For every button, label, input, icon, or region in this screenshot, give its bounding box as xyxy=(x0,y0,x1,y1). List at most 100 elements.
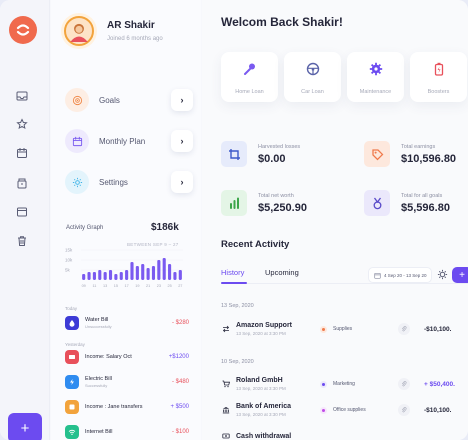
quick-action-car-loan[interactable]: Car Loan xyxy=(284,52,341,102)
activity-bar[interactable] xyxy=(130,262,134,280)
activity-bar[interactable] xyxy=(135,266,139,280)
activity-bar[interactable] xyxy=(82,274,86,280)
stat-value: $5,596.80 xyxy=(401,201,450,214)
activity-bar[interactable] xyxy=(178,270,182,280)
menu-item-goals[interactable]: Goals › xyxy=(65,88,193,112)
gear-icon xyxy=(369,62,382,76)
activity-time: 13 Sep, 2020 at 3:30 PM xyxy=(236,331,286,336)
tx-name: Income : Jane transfers xyxy=(85,404,143,410)
x-tick-label: 09 xyxy=(82,284,86,288)
activity-bar[interactable] xyxy=(87,272,91,280)
activity-row[interactable]: Amazon Support 13 Sep, 2020 at 3:30 PM Su… xyxy=(221,318,468,340)
attachment-icon[interactable] xyxy=(398,323,410,335)
chevron-right-icon[interactable]: › xyxy=(171,130,193,152)
settings-gear-icon[interactable] xyxy=(437,269,448,280)
category-label: Supplies xyxy=(333,326,353,332)
attachment-icon[interactable] xyxy=(398,378,410,390)
x-tick-label: 23 xyxy=(157,284,161,288)
tab-upcoming[interactable]: Upcoming xyxy=(265,268,299,277)
inbox-icon[interactable] xyxy=(15,89,29,103)
activity-bar[interactable] xyxy=(103,272,107,280)
quick-action-maintenance[interactable]: Maintenance xyxy=(347,52,404,102)
stat-total-earnings: Total earnings $10,596.80 xyxy=(364,139,456,169)
activity-bar[interactable] xyxy=(98,270,102,280)
activity-amount: -$10,100. xyxy=(424,325,452,333)
add-fab-button[interactable]: + xyxy=(8,413,42,440)
tab-history[interactable]: History xyxy=(221,268,244,277)
side-transaction[interactable]: Electric Bill Successfully - $480 xyxy=(65,373,189,391)
x-tick-label: 13 xyxy=(103,284,107,288)
activity-bar[interactable] xyxy=(146,268,150,280)
side-transaction[interactable]: Water Bill Unsuccessfully - $280 xyxy=(65,314,189,332)
menu-label: Goals xyxy=(99,95,120,105)
x-tick-label: 11 xyxy=(92,284,96,288)
window-icon[interactable] xyxy=(15,205,29,219)
recent-activity-title: Recent Activity xyxy=(221,239,290,250)
activity-bar[interactable] xyxy=(168,264,172,280)
tx-name: Internet Bill xyxy=(85,429,113,435)
activity-bar[interactable] xyxy=(173,272,177,280)
activity-row[interactable]: Cash withdrawal xyxy=(221,425,468,440)
quick-action-label: Home Loan xyxy=(235,89,264,95)
stat-value: $0.00 xyxy=(258,152,286,165)
tx-status: Successfully xyxy=(85,383,108,388)
activity-bar[interactable] xyxy=(151,266,156,280)
chevron-right-icon[interactable]: › xyxy=(171,171,193,193)
tab-divider xyxy=(221,283,468,284)
bank-icon xyxy=(221,405,231,415)
user-avatar-icon xyxy=(70,23,88,42)
tag-icon xyxy=(364,141,390,167)
add-activity-button[interactable]: + xyxy=(452,267,468,283)
side-transaction[interactable]: Income: Salary Oct +$1200 xyxy=(65,348,189,366)
x-tick-label: 27 xyxy=(178,284,182,288)
stat-total-for-goals: Total for all goals $5,596.80 xyxy=(364,188,450,218)
quick-action-boosters[interactable]: Boosters xyxy=(410,52,467,102)
stat-total-net-worth: Total net worth $5,250.90 xyxy=(221,188,307,218)
activity-bar[interactable] xyxy=(114,274,118,280)
day-label: 13 Sep, 2020 xyxy=(221,303,254,309)
calendar-icon xyxy=(65,129,89,153)
activity-row[interactable]: Roland GmbH 13 Sep, 2020 at 3:30 PM Marke… xyxy=(221,373,468,395)
user-name: AR Shakir xyxy=(107,20,155,31)
activity-bar[interactable] xyxy=(108,270,113,280)
steering-wheel-icon xyxy=(306,62,319,76)
side-transaction[interactable]: Income : Jane transfers + $500 xyxy=(65,398,189,416)
side-transaction[interactable]: Internet Bill - $100 xyxy=(65,423,189,440)
app-logo[interactable] xyxy=(9,16,37,44)
menu-item-settings[interactable]: Settings › xyxy=(65,170,193,194)
attachment-icon[interactable] xyxy=(398,404,410,416)
quick-action-label: Car Loan xyxy=(301,89,324,95)
x-tick-label: 21 xyxy=(146,284,150,288)
crop-icon xyxy=(221,141,247,167)
menu-label: Settings xyxy=(99,177,128,187)
activity-name: Bank of America xyxy=(236,403,291,410)
profile-panel: AR Shakir Joined 6 months ago Goals › Mo… xyxy=(51,0,201,440)
activity-bar[interactable] xyxy=(119,272,123,280)
calendar-icon[interactable] xyxy=(15,146,29,160)
tab-active-indicator xyxy=(221,282,247,284)
date-range-picker[interactable]: 4 Sep 20 - 13 Sep 20 xyxy=(368,267,432,283)
activity-name: Roland GmbH xyxy=(236,377,283,384)
star-icon[interactable] xyxy=(15,117,29,131)
day-label: 10 Sep, 2020 xyxy=(221,359,254,365)
x-tick-label: 17 xyxy=(125,284,129,288)
menu-item-monthly-plan[interactable]: Monthly Plan › xyxy=(65,129,193,153)
bar-chart-icon xyxy=(221,190,247,216)
archive-icon[interactable] xyxy=(15,176,29,190)
activity-bar[interactable] xyxy=(162,258,166,280)
activity-bar[interactable] xyxy=(125,270,129,280)
avatar[interactable] xyxy=(64,16,94,46)
x-tick-label: 25 xyxy=(167,284,171,288)
chevron-right-icon[interactable]: › xyxy=(171,89,193,111)
stat-value: $10,596.80 xyxy=(401,152,457,165)
medal-icon xyxy=(364,190,390,216)
trash-icon[interactable] xyxy=(15,234,29,248)
quick-action-home-loan[interactable]: Home Loan xyxy=(221,52,278,102)
activity-bar[interactable] xyxy=(157,260,161,280)
target-icon xyxy=(65,88,89,112)
activity-bar[interactable] xyxy=(92,272,96,280)
category-label: Office supplies xyxy=(333,407,366,413)
activity-row[interactable]: Bank of America 13 Sep, 2020 at 3:30 PM O… xyxy=(221,399,468,421)
activity-bar[interactable] xyxy=(141,264,145,280)
stat-label: Total net worth xyxy=(258,192,294,199)
